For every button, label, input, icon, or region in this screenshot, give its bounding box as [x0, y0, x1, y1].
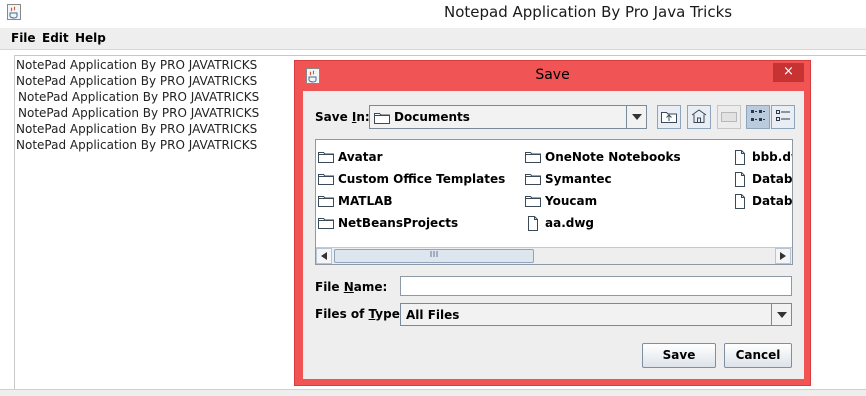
- folder-icon: [318, 152, 334, 163]
- horizontal-scrollbar[interactable]: [316, 247, 792, 264]
- dialog-body: Save In: Documents Avatar Custom Office …: [303, 91, 804, 379]
- window-title: Notepad Application By Pro Java Tricks: [444, 3, 733, 21]
- list-item[interactable]: Symantec: [525, 171, 725, 189]
- list-item[interactable]: NetBeansProjects: [318, 215, 518, 233]
- list-item[interactable]: Database2.accdb: [732, 193, 792, 211]
- editor-line: NotePad Application By PRO JAVATRICKS: [16, 74, 258, 88]
- list-view-button[interactable]: [746, 105, 770, 129]
- details-view-icon: [775, 109, 791, 126]
- close-icon: ×: [783, 64, 794, 79]
- list-item[interactable]: Avatar: [318, 149, 518, 167]
- list-item[interactable]: Youcam: [525, 193, 725, 211]
- menu-bar: File Edit Help: [0, 28, 866, 50]
- new-folder-icon: [721, 110, 737, 125]
- chevron-down-icon[interactable]: [771, 304, 791, 325]
- folder-icon: [374, 111, 390, 127]
- menu-edit[interactable]: Edit: [42, 31, 69, 45]
- grip-icon: [430, 251, 438, 257]
- new-folder-button[interactable]: [717, 105, 741, 129]
- file-icon: [735, 172, 745, 187]
- list-item[interactable]: Custom Office Templates: [318, 171, 518, 189]
- up-one-level-button[interactable]: [657, 105, 681, 129]
- files-of-type-dropdown[interactable]: All Files: [400, 303, 792, 326]
- files-of-type-value: All Files: [406, 308, 460, 322]
- list-view-icon: [750, 109, 766, 126]
- editor-line: NotePad Application By PRO JAVATRICKS: [16, 58, 258, 72]
- chevron-down-icon[interactable]: [626, 106, 646, 128]
- dialog-title: Save: [535, 67, 570, 83]
- dialog-titlebar[interactable]: Save ×: [295, 61, 810, 89]
- file-icon: [735, 194, 745, 209]
- files-of-type-label: Files of Type:: [315, 307, 405, 321]
- list-item[interactable]: aa.dwg: [525, 215, 725, 233]
- save-in-value: Documents: [394, 110, 470, 124]
- folder-icon: [525, 152, 541, 163]
- file-name-label: File Name:: [315, 280, 388, 294]
- save-in-dropdown[interactable]: Documents: [369, 105, 647, 129]
- window-titlebar[interactable]: Notepad Application By Pro Java Tricks: [0, 0, 866, 26]
- close-button[interactable]: ×: [773, 63, 804, 82]
- save-dialog: Save × Save In: Documents Avatar Custom …: [294, 60, 811, 386]
- scroll-right-icon[interactable]: [775, 248, 791, 264]
- home-button[interactable]: [687, 105, 711, 129]
- cancel-button[interactable]: Cancel: [724, 343, 792, 368]
- scrollbar-thumb[interactable]: [334, 249, 534, 263]
- file-icon: [528, 216, 538, 231]
- editor-line: NotePad Application By PRO JAVATRICKS: [16, 138, 258, 152]
- folder-icon: [318, 218, 334, 229]
- details-view-button[interactable]: [771, 105, 795, 129]
- editor-line: NotePad Application By PRO JAVATRICKS: [18, 106, 260, 120]
- home-icon: [691, 108, 707, 126]
- file-icon: [735, 150, 745, 165]
- list-item[interactable]: MATLAB: [318, 193, 518, 211]
- scroll-left-icon[interactable]: [316, 248, 332, 264]
- folder-icon: [525, 174, 541, 185]
- list-item[interactable]: OneNote Notebooks: [525, 149, 725, 167]
- menu-file[interactable]: File: [11, 31, 36, 45]
- editor-line: NotePad Application By PRO JAVATRICKS: [18, 90, 260, 104]
- file-name-input[interactable]: [400, 276, 792, 296]
- folder-icon: [525, 196, 541, 207]
- editor-line: NotePad Application By PRO JAVATRICKS: [16, 122, 258, 136]
- save-button[interactable]: Save: [642, 343, 716, 368]
- folder-icon: [318, 174, 334, 185]
- up-one-level-icon: [661, 109, 677, 126]
- file-list[interactable]: Avatar Custom Office Templates MATLAB Ne…: [315, 139, 793, 265]
- folder-icon: [318, 196, 334, 207]
- save-in-label: Save In:: [315, 110, 370, 124]
- list-item[interactable]: Database1.accdb: [732, 171, 792, 189]
- list-item[interactable]: bbb.dwg: [732, 149, 792, 167]
- java-app-icon: [7, 4, 21, 23]
- bottom-border: [0, 389, 866, 396]
- menu-help[interactable]: Help: [75, 31, 106, 45]
